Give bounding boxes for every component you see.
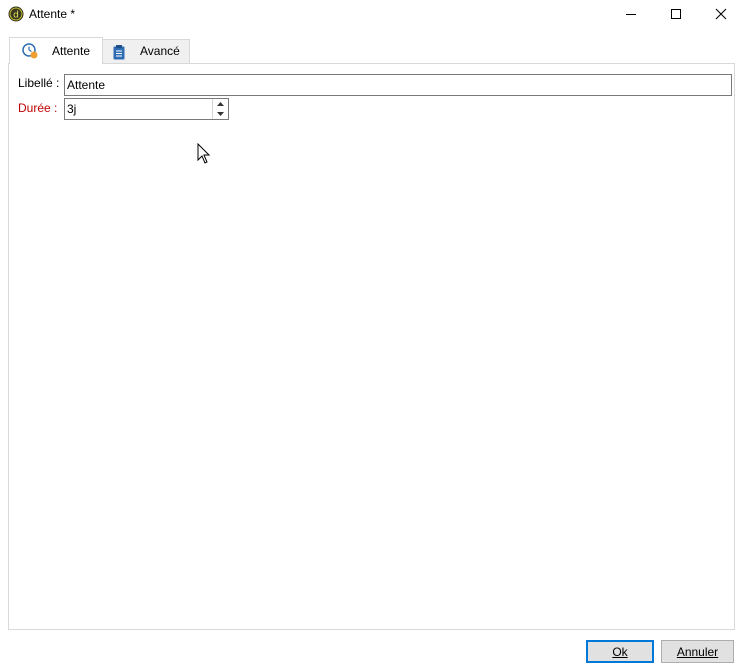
close-icon	[715, 8, 727, 20]
tab-panel: Libellé : Attente Durée : 3j	[8, 63, 735, 630]
maximize-icon	[671, 9, 681, 19]
maximize-button[interactable]	[653, 0, 699, 28]
duration-field-label: Durée :	[18, 101, 58, 115]
spin-down-button[interactable]	[213, 109, 228, 119]
minimize-button[interactable]	[608, 0, 654, 28]
window-title: Attente *	[29, 7, 76, 21]
tab-avance-label: Avancé	[140, 44, 180, 58]
tab-attente-label: Attente	[52, 44, 91, 58]
svg-text:d: d	[13, 11, 19, 21]
spin-up-button[interactable]	[213, 99, 228, 109]
duration-spinner	[212, 99, 228, 119]
mouse-cursor-icon	[197, 142, 211, 168]
label-field-input[interactable]: Attente	[64, 74, 732, 96]
tab-avance[interactable]: Avancé	[102, 39, 190, 63]
close-button[interactable]	[698, 0, 738, 28]
chevron-down-icon	[217, 112, 224, 116]
chevron-up-icon	[217, 102, 224, 106]
minimize-icon	[626, 14, 636, 15]
label-field-label: Libellé :	[18, 76, 60, 90]
clock-icon	[22, 43, 38, 59]
tab-strip: Attente Avancé	[0, 28, 738, 64]
cancel-button-label: Annuler	[676, 644, 719, 659]
ok-button-label: Ok	[612, 644, 628, 659]
clipboard-icon	[111, 44, 127, 60]
tab-attente[interactable]: Attente	[9, 37, 103, 64]
title-bar: d Attente *	[0, 0, 738, 28]
ok-button[interactable]: Ok	[586, 640, 654, 663]
duration-value: 3j	[67, 102, 77, 116]
cancel-button[interactable]: Annuler	[661, 640, 734, 663]
duration-stepper[interactable]: 3j	[64, 98, 229, 120]
app-icon: d	[8, 6, 24, 22]
